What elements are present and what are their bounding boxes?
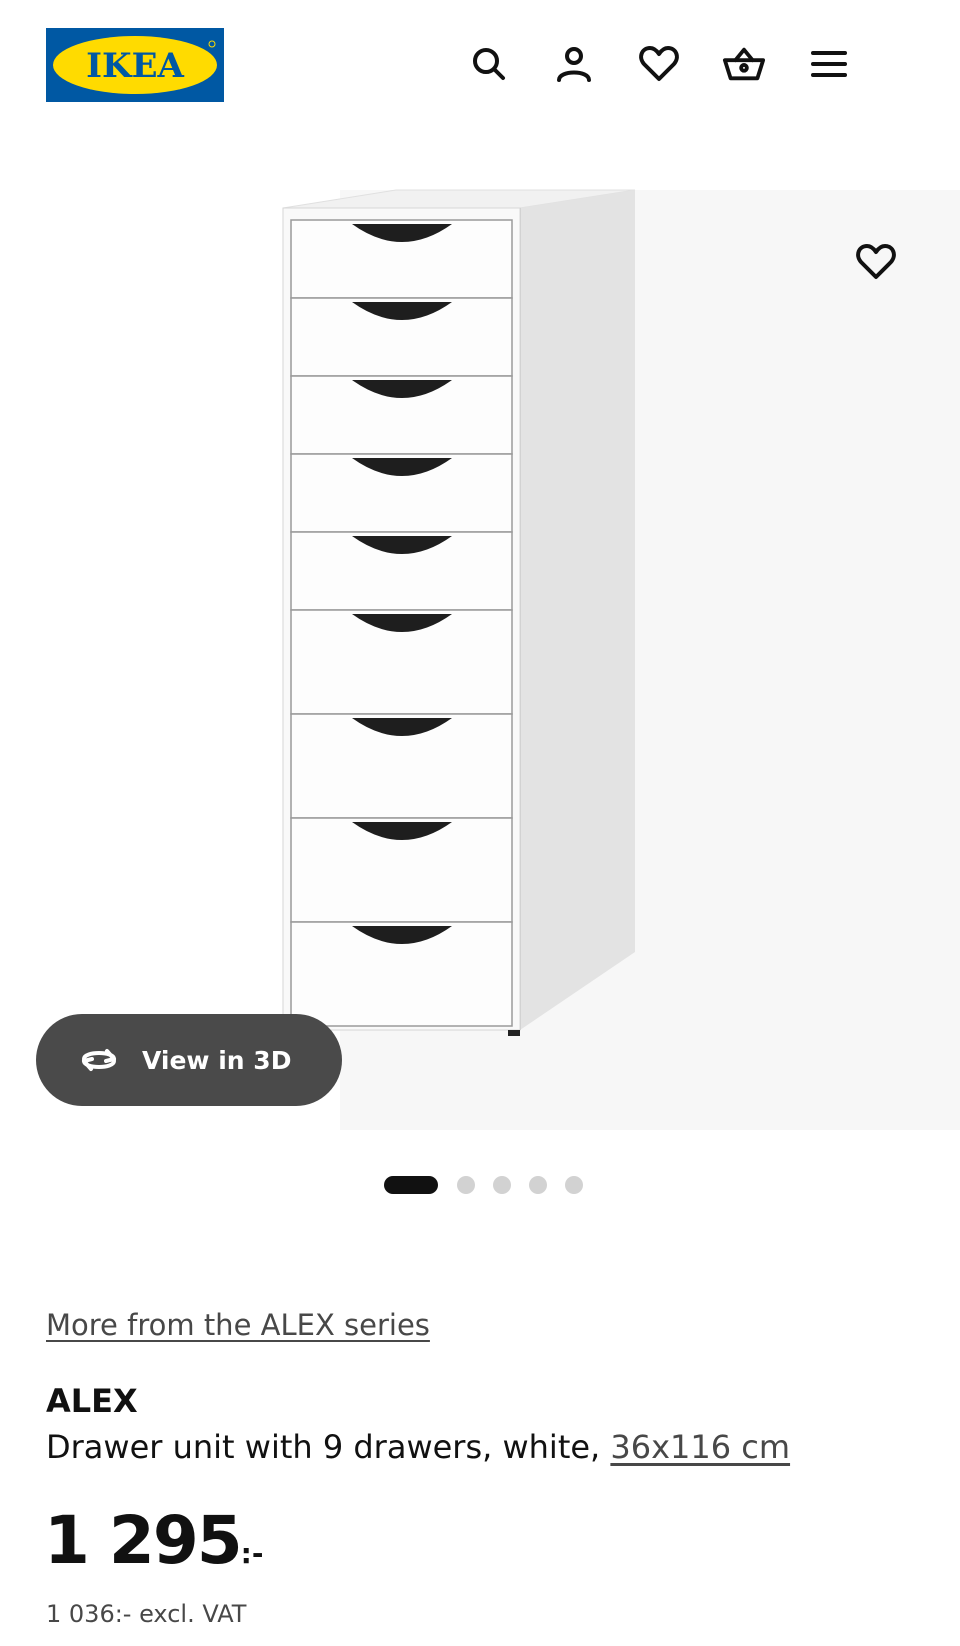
carousel-dot-active[interactable] <box>384 1176 438 1194</box>
price-main: 1 295 <box>44 1502 243 1579</box>
carousel-dot[interactable] <box>565 1176 583 1194</box>
product-name: ALEX <box>46 1382 138 1420</box>
product-image <box>282 189 960 1130</box>
carousel-dot[interactable] <box>457 1176 475 1194</box>
drawer-fronts <box>290 219 513 1027</box>
view-in-3d-label: View in 3D <box>142 1045 292 1075</box>
header: IKEA <box>0 0 960 130</box>
ikea-logo[interactable]: IKEA <box>46 28 224 102</box>
carousel-indicator <box>0 1172 960 1196</box>
product-description: Drawer unit with 9 drawers, white, 36x11… <box>46 1428 790 1466</box>
view-in-3d-button[interactable]: View in 3D <box>36 1014 342 1106</box>
product-description-text: Drawer unit with 9 drawers, white, <box>46 1428 611 1466</box>
basket-icon[interactable] <box>722 42 766 86</box>
carousel-dot[interactable] <box>493 1176 511 1194</box>
heart-icon[interactable] <box>637 42 681 86</box>
svg-text:IKEA: IKEA <box>86 46 184 86</box>
add-to-favourites-button[interactable] <box>852 238 900 286</box>
heart-icon <box>856 244 896 279</box>
rotate-3d-icon <box>82 1049 116 1071</box>
product-price: 1 295:- <box>44 1502 264 1579</box>
menu-icon[interactable] <box>807 42 851 86</box>
carousel-dot[interactable] <box>529 1176 547 1194</box>
dimensions-link[interactable]: 36x116 cm <box>610 1428 790 1466</box>
profile-icon[interactable] <box>552 42 596 86</box>
price-suffix: :- <box>240 1537 264 1570</box>
price-excl-vat: 1 036:- excl. VAT <box>46 1600 247 1628</box>
search-icon[interactable] <box>467 42 511 86</box>
product-gallery[interactable]: View in 3D <box>0 130 960 1140</box>
series-link[interactable]: More from the ALEX series <box>46 1308 430 1342</box>
